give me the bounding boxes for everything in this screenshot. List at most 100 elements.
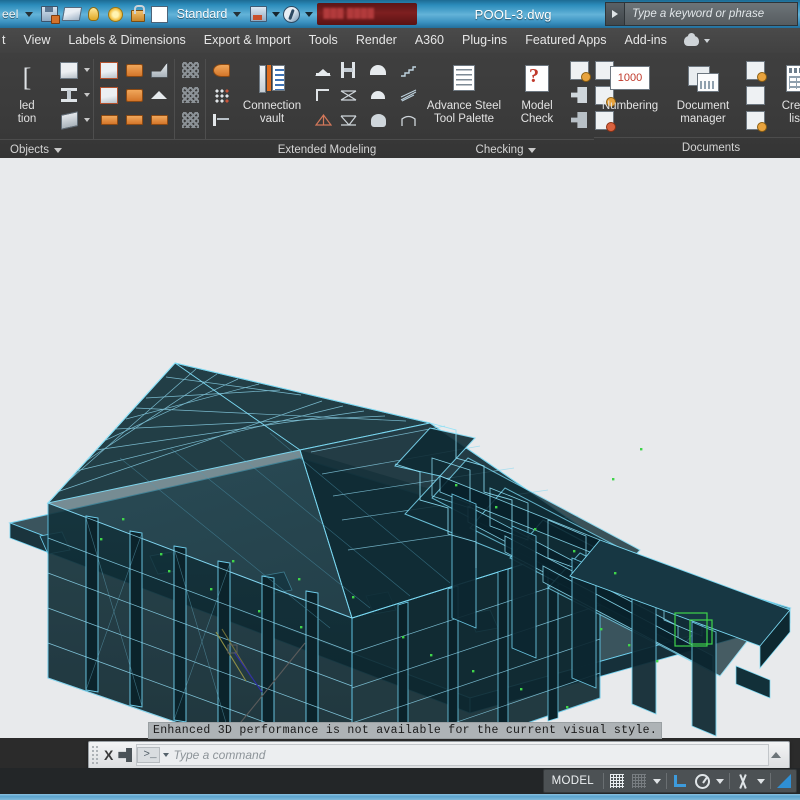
advance-steel-label-1: Advance Steel xyxy=(426,100,502,112)
qat-overflow-arrow[interactable] xyxy=(305,11,314,17)
anchor-icon[interactable] xyxy=(209,108,233,132)
close-icon[interactable]: X xyxy=(99,747,118,763)
orange-plate2-icon[interactable] xyxy=(122,108,146,132)
tab-add-ins[interactable]: Add-ins xyxy=(616,28,676,53)
corner-connection-icon[interactable] xyxy=(311,83,335,107)
grating-2-icon[interactable] xyxy=(178,83,202,107)
folded-plate-dropdown-arrow[interactable] xyxy=(84,118,90,122)
connection-vault-button[interactable]: Connection vault xyxy=(236,56,308,126)
color-swatch[interactable] xyxy=(150,4,170,24)
tab-tools[interactable]: Tools xyxy=(300,28,347,53)
ortho-mode-icon[interactable] xyxy=(669,771,691,791)
model-viewport[interactable] xyxy=(0,158,800,738)
tab-export-import[interactable]: Export & Import xyxy=(195,28,300,53)
tab-partial[interactable]: t xyxy=(0,28,14,53)
search-submit-icon[interactable] xyxy=(605,2,624,26)
sun-icon[interactable] xyxy=(106,4,126,24)
stair-icon[interactable] xyxy=(396,58,420,82)
command-history-arrow[interactable] xyxy=(162,753,169,757)
command-line-grip[interactable] xyxy=(91,745,99,765)
polar-tracking-icon[interactable] xyxy=(691,771,713,791)
beam-dropdown-arrow[interactable] xyxy=(84,93,90,97)
bent-plate-icon[interactable] xyxy=(147,58,171,82)
command-line[interactable]: X >_ Type a command xyxy=(88,741,790,769)
audit-model-icon[interactable] xyxy=(567,58,591,82)
grid-display-icon[interactable] xyxy=(606,771,628,791)
orange-plate3-icon[interactable] xyxy=(147,108,171,132)
grating-icon[interactable] xyxy=(178,58,202,82)
plate-rect-icon[interactable] xyxy=(97,83,121,107)
drawing-process-icon[interactable] xyxy=(743,83,767,107)
advance-steel-tool-palette-button[interactable]: Advance Steel Tool Palette xyxy=(418,56,510,126)
gable-frame-icon[interactable] xyxy=(311,58,335,82)
tab-a360[interactable]: A360 xyxy=(406,28,453,53)
roof-truss-icon[interactable] xyxy=(311,108,335,132)
wrench-icon[interactable] xyxy=(118,748,133,762)
command-input[interactable]: >_ Type a command xyxy=(136,744,769,766)
portal-frame-icon[interactable] xyxy=(336,58,360,82)
bulb-icon[interactable] xyxy=(84,4,104,24)
numbering-button[interactable]: 1000 Numbering xyxy=(594,56,666,113)
snap-dropdown-arrow[interactable] xyxy=(653,778,661,784)
layer-icon[interactable] xyxy=(248,4,268,24)
style-dropdown-arrow[interactable] xyxy=(233,11,242,17)
checking-panel-caret[interactable] xyxy=(528,147,537,153)
lattice-icon[interactable] xyxy=(336,108,360,132)
plate-orange-icon[interactable] xyxy=(122,58,146,82)
panel-label-checking[interactable]: Checking xyxy=(418,139,594,160)
command-expand-arrow[interactable] xyxy=(771,752,781,758)
object-snap-icon[interactable] xyxy=(732,771,754,791)
spiral-stair-icon[interactable] xyxy=(396,83,420,107)
osnap-dropdown-arrow[interactable] xyxy=(757,778,765,784)
tab-render[interactable]: Render xyxy=(347,28,406,53)
steel-model-3d xyxy=(8,362,792,738)
beam-icon[interactable] xyxy=(57,83,81,107)
shell-icon[interactable] xyxy=(366,108,390,132)
grating-3-icon[interactable] xyxy=(178,108,202,132)
joint-check-icon[interactable] xyxy=(567,108,591,132)
tab-view[interactable]: View xyxy=(14,28,59,53)
cloud-icon[interactable] xyxy=(683,32,699,46)
panel-label-objects[interactable]: Objects xyxy=(0,139,236,160)
drawing-update-icon[interactable] xyxy=(743,108,767,132)
clash-check-icon[interactable] xyxy=(567,83,591,107)
tab-plug-ins[interactable]: Plug-ins xyxy=(453,28,516,53)
dome-icon[interactable] xyxy=(366,58,390,82)
tab-labels-dimensions[interactable]: Labels & Dimensions xyxy=(59,28,194,53)
plate-create-icon[interactable] xyxy=(97,58,121,82)
railing-icon[interactable] xyxy=(396,108,420,132)
create-lists-button[interactable]: Create lists xyxy=(770,56,800,126)
drawing-style-manager-icon[interactable] xyxy=(743,58,767,82)
lock-icon[interactable] xyxy=(128,4,148,24)
save-icon[interactable] xyxy=(40,4,61,24)
model-check-button[interactable]: Model Check xyxy=(510,56,564,126)
cloud-dropdown-arrow[interactable] xyxy=(703,38,710,43)
globe-icon[interactable] xyxy=(281,4,301,24)
model-space-button[interactable]: MODEL xyxy=(545,775,601,787)
layer-dropdown-arrow[interactable] xyxy=(272,11,281,17)
beveled-section-button[interactable]: [ led tion xyxy=(0,56,54,126)
plot-icon[interactable] xyxy=(61,4,82,24)
workspace-dropdown-arrow[interactable] xyxy=(24,11,33,17)
orange-plate1-icon[interactable] xyxy=(97,108,121,132)
truss-icon[interactable] xyxy=(336,83,360,107)
plate-orange2-icon[interactable] xyxy=(122,83,146,107)
object-snap-tracking-icon[interactable] xyxy=(773,771,795,791)
plate-dropdown-arrow[interactable] xyxy=(84,68,90,72)
plate-icon[interactable] xyxy=(57,58,81,82)
folded-plate-icon[interactable] xyxy=(57,108,81,132)
documents-small-group xyxy=(740,56,770,132)
bolt-icon[interactable] xyxy=(209,58,233,82)
search-input[interactable]: Type a keyword or phrase xyxy=(624,2,798,26)
document-manager-button[interactable]: Document manager xyxy=(666,56,740,126)
snap-mode-icon[interactable] xyxy=(628,771,650,791)
viewport-status-message: Enhanced 3D performance is not available… xyxy=(148,722,663,739)
style-label: Standard xyxy=(176,7,228,21)
document-manager-label-2: manager xyxy=(680,113,726,125)
objects-panel-caret[interactable] xyxy=(54,147,62,153)
dome-small-icon[interactable] xyxy=(366,83,390,107)
polar-dropdown-arrow[interactable] xyxy=(716,778,724,784)
cone-icon[interactable] xyxy=(147,83,171,107)
bolt-pattern-icon[interactable] xyxy=(209,83,233,107)
tab-featured-apps[interactable]: Featured Apps xyxy=(516,28,615,53)
